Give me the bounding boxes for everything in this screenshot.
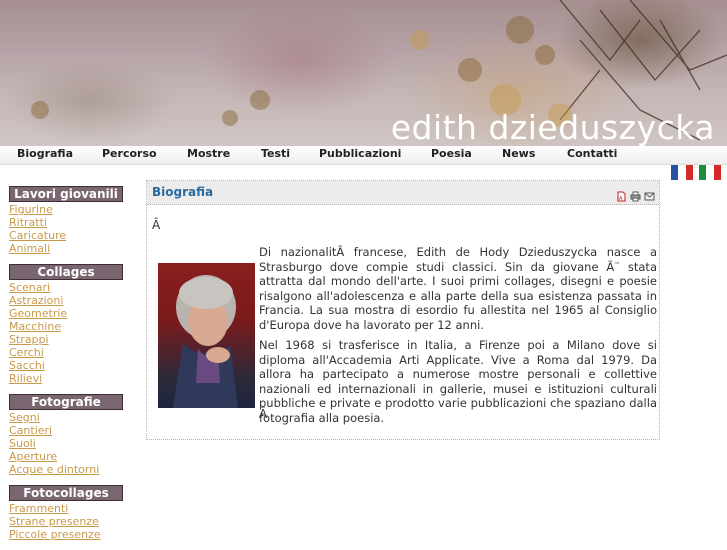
italian-flag-icon[interactable] [699, 165, 721, 180]
header-banner: edith dzieduszycka [0, 0, 727, 146]
sidebar-item-piccole-presenze[interactable]: Piccole presenze [9, 528, 123, 541]
page-title: Biografia [152, 185, 214, 199]
site-title: edith dzieduszycka [390, 108, 715, 146]
sidebar-item-aperture[interactable]: Aperture [9, 450, 123, 463]
paragraph: Nel 1968 si trasferisce in Italia, a Fir… [259, 338, 657, 425]
french-flag-icon[interactable] [671, 165, 693, 180]
sidebar-item-figurine[interactable]: Figurine [9, 203, 123, 216]
sidebar-item-suoli[interactable]: Suoli [9, 437, 123, 450]
main-nav: Biografia Percorso Mostre Testi Pubblica… [0, 146, 727, 165]
stray-character: Â [259, 407, 268, 421]
sidebar-item-ritratti[interactable]: Ritratti [9, 216, 123, 229]
email-icon[interactable] [644, 187, 655, 201]
sidebar-item-strane-presenze[interactable]: Strane presenze [9, 515, 123, 528]
sidebar-item-rilievi[interactable]: Rilievi [9, 372, 123, 385]
nav-testi[interactable]: Testi [261, 147, 290, 160]
language-flags [671, 165, 723, 180]
sidebar-item-astrazioni[interactable]: Astrazioni [9, 294, 123, 307]
nav-biografia[interactable]: Biografia [17, 147, 73, 160]
nav-mostre[interactable]: Mostre [187, 147, 230, 160]
nav-pubblicazioni[interactable]: Pubblicazioni [319, 147, 401, 160]
sidebar-item-segni[interactable]: Segni [9, 411, 123, 424]
sidebar-heading: Fotocollages [9, 485, 123, 501]
sidebar-item-cantieri[interactable]: Cantieri [9, 424, 123, 437]
portrait-photo [158, 263, 255, 408]
svg-text:A: A [619, 196, 623, 202]
sidebar-section-fotografie: Fotografie Segni Cantieri Suoli Aperture… [9, 394, 123, 476]
sidebar-item-frammenti[interactable]: Frammenti [9, 502, 123, 515]
sidebar-heading: Lavori giovanili [9, 186, 123, 202]
sidebar-section-collages: Collages Scenari Astrazioni Geometrie Ma… [9, 264, 123, 385]
pdf-icon[interactable]: A [616, 187, 627, 202]
sidebar-item-animali[interactable]: Animali [9, 242, 123, 255]
sidebar-heading: Collages [9, 264, 123, 280]
nav-contatti[interactable]: Contatti [567, 147, 617, 160]
nav-poesia[interactable]: Poesia [431, 147, 472, 160]
paragraph: Di nazionalitÃ francese, Edith de Hody D… [259, 245, 657, 332]
nav-percorso[interactable]: Percorso [102, 147, 157, 160]
sidebar-item-sacchi[interactable]: Sacchi [9, 359, 123, 372]
biography-text: Di nazionalitÃ francese, Edith de Hody D… [259, 245, 657, 431]
sidebar-section-fotocollages: Fotocollages Frammenti Strane presenze P… [9, 485, 123, 541]
sidebar-item-scenari[interactable]: Scenari [9, 281, 123, 294]
sidebar-item-acque-e-dintorni[interactable]: Acque e dintorni [9, 463, 123, 476]
sidebar-item-cerchi[interactable]: Cerchi [9, 346, 123, 359]
stray-character: Â [152, 218, 161, 232]
content-header: Biografia A [147, 181, 659, 205]
nav-news[interactable]: News [502, 147, 535, 160]
print-icon[interactable] [630, 187, 641, 202]
content-panel: Biografia A Â Di nazionalitÃ francese, E… [146, 180, 660, 440]
sidebar-item-strappi[interactable]: Strappi [9, 333, 123, 346]
sidebar-heading: Fotografie [9, 394, 123, 410]
sidebar-item-geometrie[interactable]: Geometrie [9, 307, 123, 320]
sidebar: Lavori giovanili Figurine Ritratti Caric… [9, 186, 123, 550]
sidebar-section-lavori-giovanili: Lavori giovanili Figurine Ritratti Caric… [9, 186, 123, 255]
sidebar-item-caricature[interactable]: Caricature [9, 229, 123, 242]
content-actions: A [616, 187, 655, 202]
sidebar-item-macchine[interactable]: Macchine [9, 320, 123, 333]
